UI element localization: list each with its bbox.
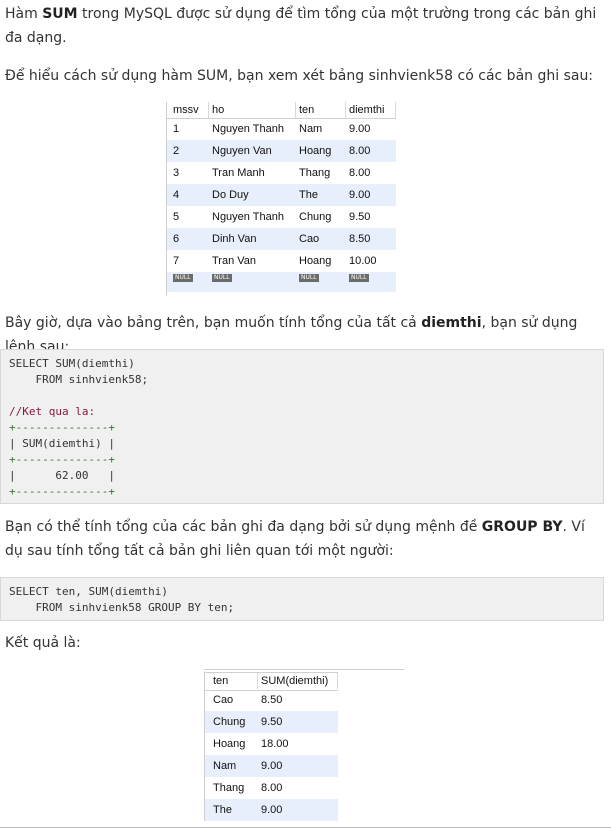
table-cell: 9.00 xyxy=(261,804,283,816)
intro-paragraph: Hàm SUM trong MySQL được sử dụng để tìm … xyxy=(5,2,605,50)
bottom-divider xyxy=(0,827,611,828)
table-cell: Chung xyxy=(213,716,246,728)
table-cell: 5 xyxy=(173,211,180,223)
null-cell: NULL xyxy=(296,272,346,294)
null-badge: NULL xyxy=(299,274,319,282)
table-cell: 9.50 xyxy=(349,211,371,223)
code-line: SELECT SUM(diemthi) xyxy=(9,357,135,370)
code-border: +--------------+ xyxy=(9,485,115,498)
sum-keyword: diemthi xyxy=(421,315,482,331)
table-row: Thang 8.00 xyxy=(204,777,338,799)
null-cell: NULL xyxy=(170,272,209,294)
table-cell: 9.00 xyxy=(261,760,283,772)
null-badge: NULL xyxy=(173,274,193,282)
result-paragraph: Kết quả là: xyxy=(5,635,81,651)
table-cell: 4 xyxy=(173,189,180,201)
table-cell: 6 xyxy=(173,233,180,245)
table-row: Chung 9.50 xyxy=(204,711,338,733)
table-cell: Cao xyxy=(299,233,320,245)
intro-keyword: SUM xyxy=(42,6,78,22)
table-cell: Cao xyxy=(213,694,234,706)
table-cell: 8.50 xyxy=(349,233,371,245)
table-cell: 7 xyxy=(173,255,180,267)
table-cell: 9.50 xyxy=(261,716,283,728)
code-comment: //Ket qua la: xyxy=(9,405,96,418)
table-header-row: mssv ho ten diemthi xyxy=(166,102,396,119)
column-header: diemthi xyxy=(346,102,396,118)
table-cell: 1 xyxy=(173,123,180,135)
null-badge: NULL xyxy=(212,274,232,282)
intro-text: Hàm xyxy=(5,6,43,22)
column-header: mssv xyxy=(170,102,209,118)
table-cell: Nguyen Thanh xyxy=(212,123,284,135)
table-row: Nam 9.00 xyxy=(204,755,338,777)
code-result-value: | 62.00 | xyxy=(9,469,115,482)
table-frame-line xyxy=(204,671,205,821)
intro-text-rest: trong MySQL được sử dụng để tìm tổng của… xyxy=(5,6,597,46)
table-cell: Thang xyxy=(213,782,245,794)
table-cell: Tran Manh xyxy=(212,167,265,179)
table-cell: 10.00 xyxy=(349,255,377,267)
table-cell: Do Duy xyxy=(212,189,249,201)
table-cell: Chung xyxy=(299,211,332,223)
table-top-border xyxy=(204,669,404,670)
code-block-group-by: SELECT ten, SUM(diemthi) FROM sinhvienk5… xyxy=(0,577,604,621)
table-cell: 8.00 xyxy=(349,145,371,157)
table-cell: The xyxy=(299,189,318,201)
table-cell: 2 xyxy=(173,145,180,157)
table-row: The 9.00 xyxy=(204,799,338,821)
table-row: Hoang 18.00 xyxy=(204,733,338,755)
group-by-text: Bạn có thể tính tổng của các bản ghi đa … xyxy=(5,519,482,535)
table-cell: The xyxy=(213,804,232,816)
group-by-paragraph: Bạn có thể tính tổng của các bản ghi đa … xyxy=(5,515,605,563)
table-cell: Nam xyxy=(213,760,237,772)
table-intro-paragraph: Để hiểu cách sử dụng hàm SUM, bạn xem xé… xyxy=(5,68,594,84)
null-cell: NULL xyxy=(346,272,396,294)
null-badge: NULL xyxy=(349,274,369,282)
table-cell: 18.00 xyxy=(261,738,289,750)
code-line: SELECT ten, SUM(diemthi) xyxy=(9,585,168,598)
group-by-result-table: ten SUM(diemthi) Cao 8.50 Chung 9.50 Hoang 18.0… xyxy=(204,669,404,821)
table-row: 7 Tran Van Hoang 10.00 xyxy=(166,250,396,272)
table-row: 6 Dinh Van Cao 8.50 xyxy=(166,228,396,250)
table-cell: 8.00 xyxy=(349,167,371,179)
table-row: 3 Tran Manh Thang 8.00 xyxy=(166,162,396,184)
code-border: +--------------+ xyxy=(9,421,115,434)
table-cell: 8.50 xyxy=(261,694,283,706)
table-cell: Nguyen Thanh xyxy=(212,211,284,223)
group-by-keyword: GROUP BY xyxy=(481,519,563,535)
table-cell: Nguyen Van xyxy=(212,145,272,157)
null-cell: NULL xyxy=(209,272,296,294)
table-frame-line xyxy=(166,102,167,296)
table-cell: Thang xyxy=(299,167,331,179)
table-cell: 8.00 xyxy=(261,782,283,794)
table-cell: Nam xyxy=(299,123,323,135)
table-row: 4 Do Duy The 9.00 xyxy=(166,184,396,206)
code-border: +--------------+ xyxy=(9,453,115,466)
table-cell: 3 xyxy=(173,167,180,179)
table-row: 2 Nguyen Van Hoang 8.00 xyxy=(166,140,396,162)
table-cell: Dinh Van xyxy=(212,233,257,245)
column-header: SUM(diemthi) xyxy=(258,673,338,689)
table-cell: Tran Van xyxy=(212,255,257,267)
code-line: FROM sinhvienk58; xyxy=(9,373,149,386)
table-cell: Hoang xyxy=(213,738,246,750)
sinhvienk58-table: mssv ho ten diemthi 1 Nguyen Thanh Nam 9.00 2 Ngu… xyxy=(166,102,396,296)
table-row: 5 Nguyen Thanh Chung 9.50 xyxy=(166,206,396,228)
column-header: ten xyxy=(210,673,258,689)
table-row: 1 Nguyen Thanh Nam 9.00 xyxy=(166,118,396,140)
column-header: ho xyxy=(209,102,296,118)
column-header: ten xyxy=(296,102,346,118)
code-result-header: | SUM(diemthi) | xyxy=(9,437,115,450)
table-new-row: NULL NULL NULL NULL xyxy=(166,272,396,292)
code-block-sum: SELECT SUM(diemthi) FROM sinhvienk58; //… xyxy=(0,349,604,504)
table-cell: 9.00 xyxy=(349,123,371,135)
table-cell: Hoang xyxy=(299,145,332,157)
sum-text: Bây giờ, dựa vào bảng trên, bạn muốn tín… xyxy=(5,315,422,331)
table-cell: Hoang xyxy=(299,255,332,267)
code-line: FROM sinhvienk58 GROUP BY ten; xyxy=(9,601,235,614)
table-row: Cao 8.50 xyxy=(204,689,338,711)
table-cell: 9.00 xyxy=(349,189,371,201)
